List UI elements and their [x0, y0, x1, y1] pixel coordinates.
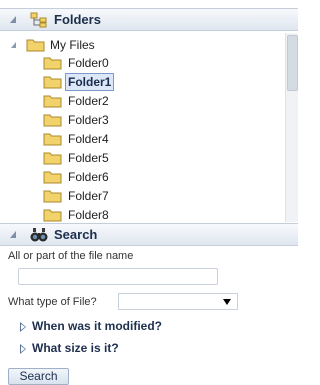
folder-icon: [43, 171, 62, 184]
folder-icon: [26, 39, 45, 52]
file-name-label: All or part of the file name: [8, 250, 134, 262]
tree-item-label: My Files: [50, 38, 95, 52]
tree-root-my-files[interactable]: My Files: [0, 36, 286, 55]
collapse-triangle-icon[interactable]: [10, 16, 16, 23]
tree-item-folder2[interactable]: Folder2: [0, 92, 286, 111]
disclosure-triangle-icon[interactable]: [20, 344, 26, 354]
tree-item-folder7[interactable]: Folder7: [0, 187, 286, 206]
folder-icon: [43, 133, 62, 146]
search-button[interactable]: Search: [8, 368, 69, 385]
tree-item-folder5[interactable]: Folder5: [0, 149, 286, 168]
tree-item-folder1[interactable]: Folder1: [0, 73, 286, 92]
folders-title: Folders: [54, 12, 101, 27]
folder-icon: [43, 95, 62, 108]
modified-toggle-label: When was it modified?: [32, 319, 163, 333]
search-panel-header[interactable]: Search: [0, 223, 298, 246]
tree-item-folder4[interactable]: Folder4: [0, 130, 286, 149]
folder-icon: [43, 190, 62, 203]
tree-item-label: Folder2: [68, 94, 109, 108]
tree-item-folder8[interactable]: Folder8: [0, 206, 286, 222]
file-type-label: What type of File?: [8, 296, 97, 308]
disclosure-triangle-icon[interactable]: [20, 322, 26, 332]
file-type-select[interactable]: [118, 293, 238, 310]
folder-icon: [43, 76, 62, 89]
size-toggle-label: What size is it?: [32, 341, 119, 355]
tree-item-label: Folder5: [68, 151, 109, 165]
folder-icon: [43, 57, 62, 70]
folder-tree-icon: [30, 12, 48, 28]
tree-item-label: Folder6: [68, 170, 109, 184]
scrollbar-thumb[interactable]: [287, 35, 298, 91]
folder-tree[interactable]: My Files Folder0 Folder1 Folder2 Folder3…: [0, 33, 298, 222]
binoculars-icon: [30, 227, 48, 243]
search-title: Search: [54, 227, 98, 242]
file-name-input[interactable]: [18, 268, 218, 285]
vertical-scrollbar[interactable]: [285, 33, 298, 222]
tree-item-label-selected: Folder1: [65, 73, 115, 91]
tree-item-label: Folder0: [68, 56, 109, 70]
folder-icon: [43, 114, 62, 127]
tree-item-label: Folder4: [68, 132, 109, 146]
folder-icon: [43, 152, 62, 165]
tree-item-folder3[interactable]: Folder3: [0, 111, 286, 130]
dropdown-arrow-icon[interactable]: [223, 299, 231, 305]
tree-item-label: Folder8: [68, 208, 109, 222]
tree-item-folder6[interactable]: Folder6: [0, 168, 286, 187]
folder-icon: [43, 209, 62, 222]
tree-item-label: Folder7: [68, 189, 109, 203]
tree-item-label: Folder3: [68, 113, 109, 127]
folders-panel-header[interactable]: Folders: [0, 8, 298, 31]
expanded-triangle-icon[interactable]: [11, 42, 16, 48]
tree-item-folder0[interactable]: Folder0: [0, 54, 286, 73]
collapse-triangle-icon[interactable]: [10, 231, 16, 238]
